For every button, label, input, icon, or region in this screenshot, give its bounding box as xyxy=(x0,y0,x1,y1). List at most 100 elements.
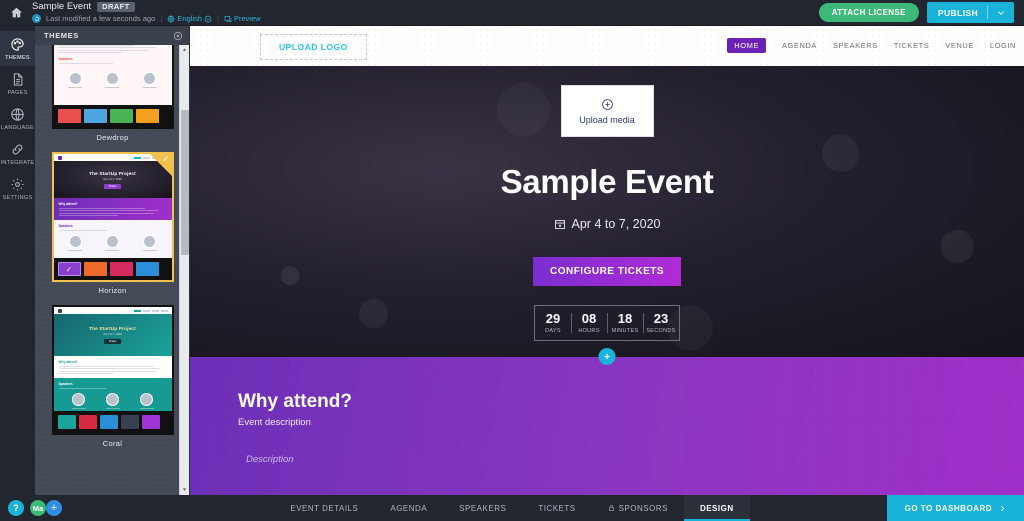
globe-icon xyxy=(167,15,175,23)
status-badge: DRAFT xyxy=(97,1,135,13)
theme-card[interactable]: Why attend? Speakers xyxy=(51,45,174,142)
theme-name: Horizon xyxy=(98,286,127,295)
sidebar-item-pages[interactable]: PAGES xyxy=(0,66,35,101)
themes-list[interactable]: Why attend? Speakers xyxy=(35,45,190,495)
color-swatch[interactable] xyxy=(120,415,139,429)
color-swatch[interactable] xyxy=(141,415,160,429)
top-bar: Sample Event DRAFT Last modified a few s… xyxy=(0,0,1024,26)
hero-date[interactable]: Apr 4 to 7, 2020 xyxy=(554,217,660,231)
sidebar-item-label: PAGES xyxy=(7,90,28,96)
tab-agenda[interactable]: AGENDA xyxy=(374,495,443,521)
color-swatch[interactable] xyxy=(78,415,97,429)
color-swatch[interactable] xyxy=(83,262,107,276)
preview-button[interactable]: Preview xyxy=(224,15,261,23)
event-title: Sample Event xyxy=(32,1,92,13)
nav-item-venue[interactable]: VENUE xyxy=(945,41,974,50)
countdown-value: 18 xyxy=(617,311,633,326)
color-swatch[interactable] xyxy=(83,109,107,123)
upload-logo-button[interactable]: UPLOAD LOGO xyxy=(260,34,367,60)
color-swatch[interactable] xyxy=(109,262,133,276)
themes-panel: THEMES Why attend? xyxy=(35,26,190,495)
theme-name: Coral xyxy=(102,439,123,448)
color-swatch[interactable] xyxy=(135,262,159,276)
tab-speakers[interactable]: SPEAKERS xyxy=(443,495,522,521)
bottom-tabs: EVENT DETAILS AGENDA SPEAKERS TICKETS SP… xyxy=(0,495,1024,521)
sidebar-item-label: LANGUAGE xyxy=(0,125,35,131)
countdown-value: 29 xyxy=(545,311,561,326)
site-navigation: HOME AGENDA SPEAKERS TICKETS VENUE LOGIN xyxy=(727,38,1016,53)
color-swatch[interactable] xyxy=(135,109,159,123)
chevron-down-icon[interactable]: ▼ xyxy=(180,485,189,495)
why-attend-subtitle: Event description xyxy=(238,417,311,428)
color-swatch[interactable] xyxy=(99,415,118,429)
tab-sponsors[interactable]: SPONSORS xyxy=(592,495,684,521)
configure-tickets-button[interactable]: CONFIGURE TICKETS xyxy=(532,257,682,286)
countdown-label: MINUTES xyxy=(611,328,639,334)
upload-media-label: Upload media xyxy=(579,114,635,125)
why-attend-description-placeholder[interactable]: Description xyxy=(246,454,1024,465)
sidebar-item-integrate[interactable]: INTEGRATE xyxy=(0,136,35,171)
chevron-up-icon[interactable]: ▲ xyxy=(180,45,189,55)
nav-item-home[interactable]: HOME xyxy=(727,38,766,53)
preview-icon xyxy=(224,15,232,23)
scrollbar-thumb[interactable] xyxy=(181,110,189,255)
theme-swatches[interactable]: ✓ xyxy=(53,258,172,280)
color-swatch[interactable] xyxy=(57,415,76,429)
close-icon[interactable] xyxy=(173,31,183,41)
nav-item-login[interactable]: LOGIN xyxy=(990,41,1016,50)
plus-circle-icon xyxy=(601,98,614,111)
sidebar-item-label: THEMES xyxy=(5,55,30,61)
chevron-down-icon xyxy=(204,15,212,23)
why-attend-title: Why attend? xyxy=(238,391,352,412)
nav-item-tickets[interactable]: TICKETS xyxy=(894,41,930,50)
countdown-label: HOURS xyxy=(578,328,600,334)
attach-license-button[interactable]: ATTACH LICENSE xyxy=(818,3,919,22)
integrate-icon xyxy=(10,142,25,157)
event-info: Sample Event DRAFT Last modified a few s… xyxy=(32,0,261,26)
theme-name: Dewdrop xyxy=(96,133,129,142)
countdown-value: 23 xyxy=(653,311,669,326)
tab-event-details[interactable]: EVENT DETAILS xyxy=(274,495,374,521)
nav-item-agenda[interactable]: AGENDA xyxy=(782,41,817,50)
theme-swatches[interactable] xyxy=(53,411,172,433)
theme-card[interactable]: The StartUp Project Apr 4 to 7, 2020 Tic… xyxy=(51,305,174,448)
event-website-builder: Sample Event DRAFT Last modified a few s… xyxy=(0,0,1024,521)
countdown-seconds: 23 SECONDS xyxy=(643,306,679,340)
hero-title[interactable]: Sample Event xyxy=(501,163,714,201)
home-icon[interactable] xyxy=(0,6,32,19)
language-selector[interactable]: English xyxy=(167,15,212,23)
publish-button[interactable]: PUBLISH xyxy=(926,2,1014,23)
nav-item-speakers[interactable]: SPEAKERS xyxy=(833,41,878,50)
why-attend-section[interactable]: Why attend? Event description Descriptio… xyxy=(190,357,1024,495)
palette-icon xyxy=(10,37,25,52)
color-swatch[interactable] xyxy=(57,109,81,123)
sidebar-item-label: SETTINGS xyxy=(2,195,33,201)
themes-panel-scrollbar[interactable]: ▲ ▼ xyxy=(179,45,189,495)
countdown-hours: 08 HOURS xyxy=(571,306,607,340)
gear-icon xyxy=(10,177,25,192)
sidebar-item-themes[interactable]: THEMES xyxy=(0,31,35,66)
color-swatch-selected[interactable]: ✓ xyxy=(57,262,81,276)
check-icon: ✓ xyxy=(161,154,170,164)
add-section-button[interactable] xyxy=(598,348,616,365)
theme-swatches[interactable] xyxy=(53,105,172,127)
bottom-bar: ? Ma + EVENT DETAILS AGENDA SPEAKERS TIC… xyxy=(0,495,1024,521)
countdown-minutes: 18 MINUTES xyxy=(607,306,643,340)
theme-card-selected[interactable]: The StartUp Project Apr 4 to 7, 2020 Tic… xyxy=(51,152,174,295)
panel-title: THEMES xyxy=(44,31,79,40)
countdown-timer: 29 DAYS 08 HOURS 18 MINUTES 23 SECONDS xyxy=(534,305,680,341)
sidebar-item-language[interactable]: LANGUAGE xyxy=(0,101,35,136)
theme-thumbnail: Why attend? Speakers xyxy=(53,45,172,105)
site-preview-canvas: UPLOAD LOGO HOME AGENDA SPEAKERS TICKETS… xyxy=(190,26,1024,495)
chevron-down-icon[interactable] xyxy=(988,10,1014,16)
left-nav-rail: THEMES PAGES LANGUAGE INTEGRATE SETTINGS xyxy=(0,26,35,495)
color-swatch[interactable] xyxy=(109,109,133,123)
check-icon: ✓ xyxy=(65,264,73,274)
sidebar-item-settings[interactable]: SETTINGS xyxy=(0,171,35,206)
upload-media-button[interactable]: Upload media xyxy=(560,85,654,137)
top-bar-actions: ATTACH LICENSE PUBLISH xyxy=(818,2,1024,23)
themes-panel-header: THEMES xyxy=(35,26,189,45)
tab-tickets[interactable]: TICKETS xyxy=(522,495,591,521)
divider: | xyxy=(216,13,219,23)
tab-design[interactable]: DESIGN xyxy=(683,495,750,521)
